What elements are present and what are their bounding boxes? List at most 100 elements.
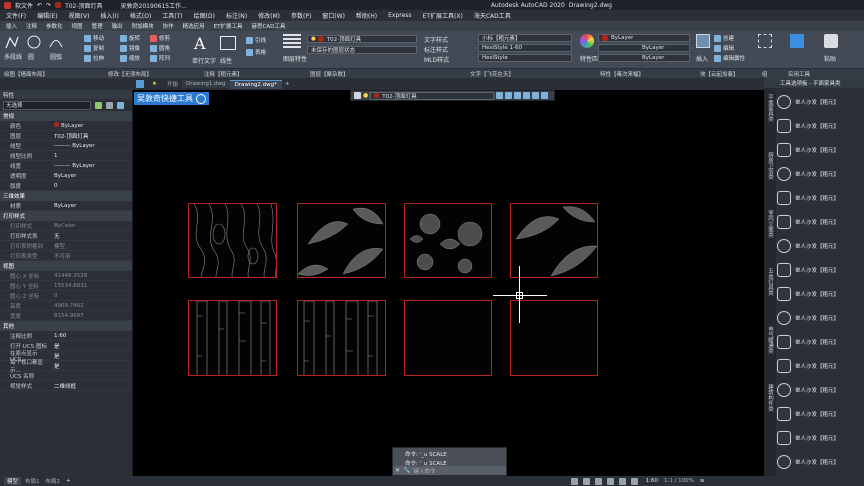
mirror-button[interactable]: 镜像 [120,44,140,52]
circle-tool[interactable] [26,34,42,52]
tab-addins[interactable]: 附加模块 [132,22,154,30]
palette-item[interactable]: 单人沙发【粗元】 [777,426,863,450]
menu-haitian-tools[interactable]: 海天CAD工具 [474,11,511,20]
palette-item[interactable]: 单人沙发【粗元】 [777,234,863,258]
close-icon[interactable]: ✕ [395,467,400,474]
prop-row[interactable]: 视觉样式 二维线框 [0,381,132,391]
tab-start[interactable]: 开始 [163,79,182,89]
prop-row[interactable]: 注释比例 1:60 [0,331,132,341]
scale-button[interactable]: 缩放 [120,54,140,62]
floral-pattern-tile[interactable] [404,203,492,278]
wood-grain-tile[interactable] [188,203,277,278]
side-tab-elevation[interactable]: 室内立面类 [766,210,774,238]
menu-file[interactable]: 文件(F) [6,11,26,20]
tab-drawing2[interactable]: Drawing2.dwg* [229,79,282,89]
layer-freeze-icon[interactable] [523,92,531,99]
menu-draw[interactable]: 绘图(D) [194,11,215,20]
stretch-button[interactable]: 拉伸 [84,54,104,62]
side-tab-hardware[interactable]: 五金灯具类 [766,268,774,296]
create-block-button[interactable]: 创建 [714,34,734,42]
menu-tools[interactable]: 工具(T) [162,11,182,20]
section-plot[interactable]: 打印样式 [0,211,132,221]
prop-row[interactable]: 线型比例 1 [0,151,132,161]
palette-item[interactable]: 单人沙发【粗元】 [777,162,863,186]
undo-icon[interactable]: ↶ [37,2,42,9]
prop-row[interactable]: 图层 T02-顶面灯具 [0,131,132,141]
edit-attributes-button[interactable]: 编辑属性 [714,54,745,62]
section-view[interactable]: 视图 [0,261,132,271]
palette-item[interactable]: 单人沙发【粗元】 [777,306,863,330]
side-tab-electrical[interactable]: 电气暖通类 [766,326,774,354]
palette-item[interactable]: 单人沙发【粗元】 [777,258,863,282]
menu-insert[interactable]: 插入(I) [100,11,118,20]
menu-modify[interactable]: 修改(M) [258,11,280,20]
section-3d[interactable]: 三维效果 [0,191,132,201]
tab-et[interactable]: ET扩展工具 [214,22,243,30]
palette-item[interactable]: 单人沙发【粗元】 [777,114,863,138]
leaf-pattern-tile[interactable] [297,203,386,278]
mld-style-dropdown[interactable]: HesiStyle [478,54,572,62]
tab-manage[interactable]: 管理 [92,22,103,30]
menu-et-tools[interactable]: ET扩展工具(X) [423,11,463,20]
side-tab-kitchen[interactable]: 厨房卫浴类 [766,152,774,180]
snap-icon[interactable] [582,477,590,485]
side-tab-furniture[interactable]: 平面家具类 [766,94,774,122]
make-current-icon[interactable] [496,92,504,99]
empty-tile[interactable] [404,300,492,376]
panel-title-draw[interactable]: 绘图【墙面布局】 [4,70,48,78]
tab-layout1[interactable]: 布局1 [25,477,40,485]
edit-block-button[interactable]: 编辑 [714,44,734,52]
measure-icon[interactable] [790,34,804,48]
palette-item[interactable]: 单人沙发【粗元】 [777,450,863,474]
floating-layer-dropdown[interactable]: T02-顶面灯具 [370,91,495,100]
layer-dropdown[interactable]: ● T02-顶面灯具 [307,35,417,43]
layer-off-icon[interactable] [532,92,540,99]
tab-collaborate[interactable]: 协作 [163,22,174,30]
toggle-pickadd-icon[interactable] [95,101,102,109]
layer-manager-icon[interactable] [354,92,361,99]
prop-row[interactable]: 圆心 Y 坐标 15534.6831 [0,281,132,291]
osnap-icon[interactable] [618,477,626,485]
prop-row[interactable]: 材质 ByLayer [0,201,132,211]
birch-tree-tile[interactable] [188,300,277,376]
menu-express[interactable]: Express [388,12,411,19]
linetype-dropdown[interactable]: ByLayer [598,44,690,52]
tab-model[interactable]: 模型 [4,477,22,485]
paste-icon[interactable] [824,34,838,48]
table-button[interactable]: 表格 [246,48,266,56]
menu-parametric[interactable]: 参数(P) [291,11,311,20]
layer-previous-icon[interactable] [505,92,513,99]
star-icon[interactable]: ★ [152,81,157,87]
menu-help[interactable]: 帮助(H) [356,11,377,20]
birch-tree-tile-2[interactable] [297,300,386,376]
copy-button[interactable]: 复制 [84,44,104,52]
prop-row[interactable]: 厚度 0 [0,181,132,191]
palette-item[interactable]: 单人沙发【粗元】 [777,210,863,234]
arc-tool[interactable] [48,34,64,52]
prop-row[interactable]: 宽度 8154.9687 [0,311,132,321]
prop-row[interactable]: 打印样式 ByColor [0,221,132,231]
prop-row[interactable]: 每个视口都显示... 是 [0,360,132,374]
qat-layer-name[interactable]: T02-顶面灯具 [65,1,102,10]
select-objects-icon[interactable] [106,101,113,109]
prop-row[interactable]: UCS 名称 [0,371,132,381]
command-settings-icon[interactable]: 🔧 [403,467,410,474]
menu-format[interactable]: 格式(O) [130,11,151,20]
customize-icon[interactable]: ≡ [700,478,705,484]
palette-item[interactable]: 单人沙发【粗元】 [777,138,863,162]
layer-lock-icon[interactable] [541,92,549,99]
lineweight-icon[interactable] [630,477,638,485]
prop-row[interactable]: 线型 ——— ByLayer [0,141,132,151]
menu-view[interactable]: 视图(V) [69,11,90,20]
prop-row[interactable]: 打印表附着到 模型 [0,241,132,251]
array-button[interactable]: 阵列 [150,54,170,62]
polyline-tool[interactable] [4,34,20,50]
leader-button[interactable]: 引线 [246,36,266,44]
polar-icon[interactable] [606,477,614,485]
palette-item[interactable]: 单人沙发【粗元】 [777,186,863,210]
prop-row[interactable]: 打印样式表 无 [0,231,132,241]
layer-state-dropdown[interactable]: 未保存的图层状态 [307,46,417,54]
palette-item[interactable]: 单人沙发【粗元】 [777,378,863,402]
new-tab-icon[interactable]: + [285,81,290,87]
tab-parametric[interactable]: 参数化 [46,22,63,30]
